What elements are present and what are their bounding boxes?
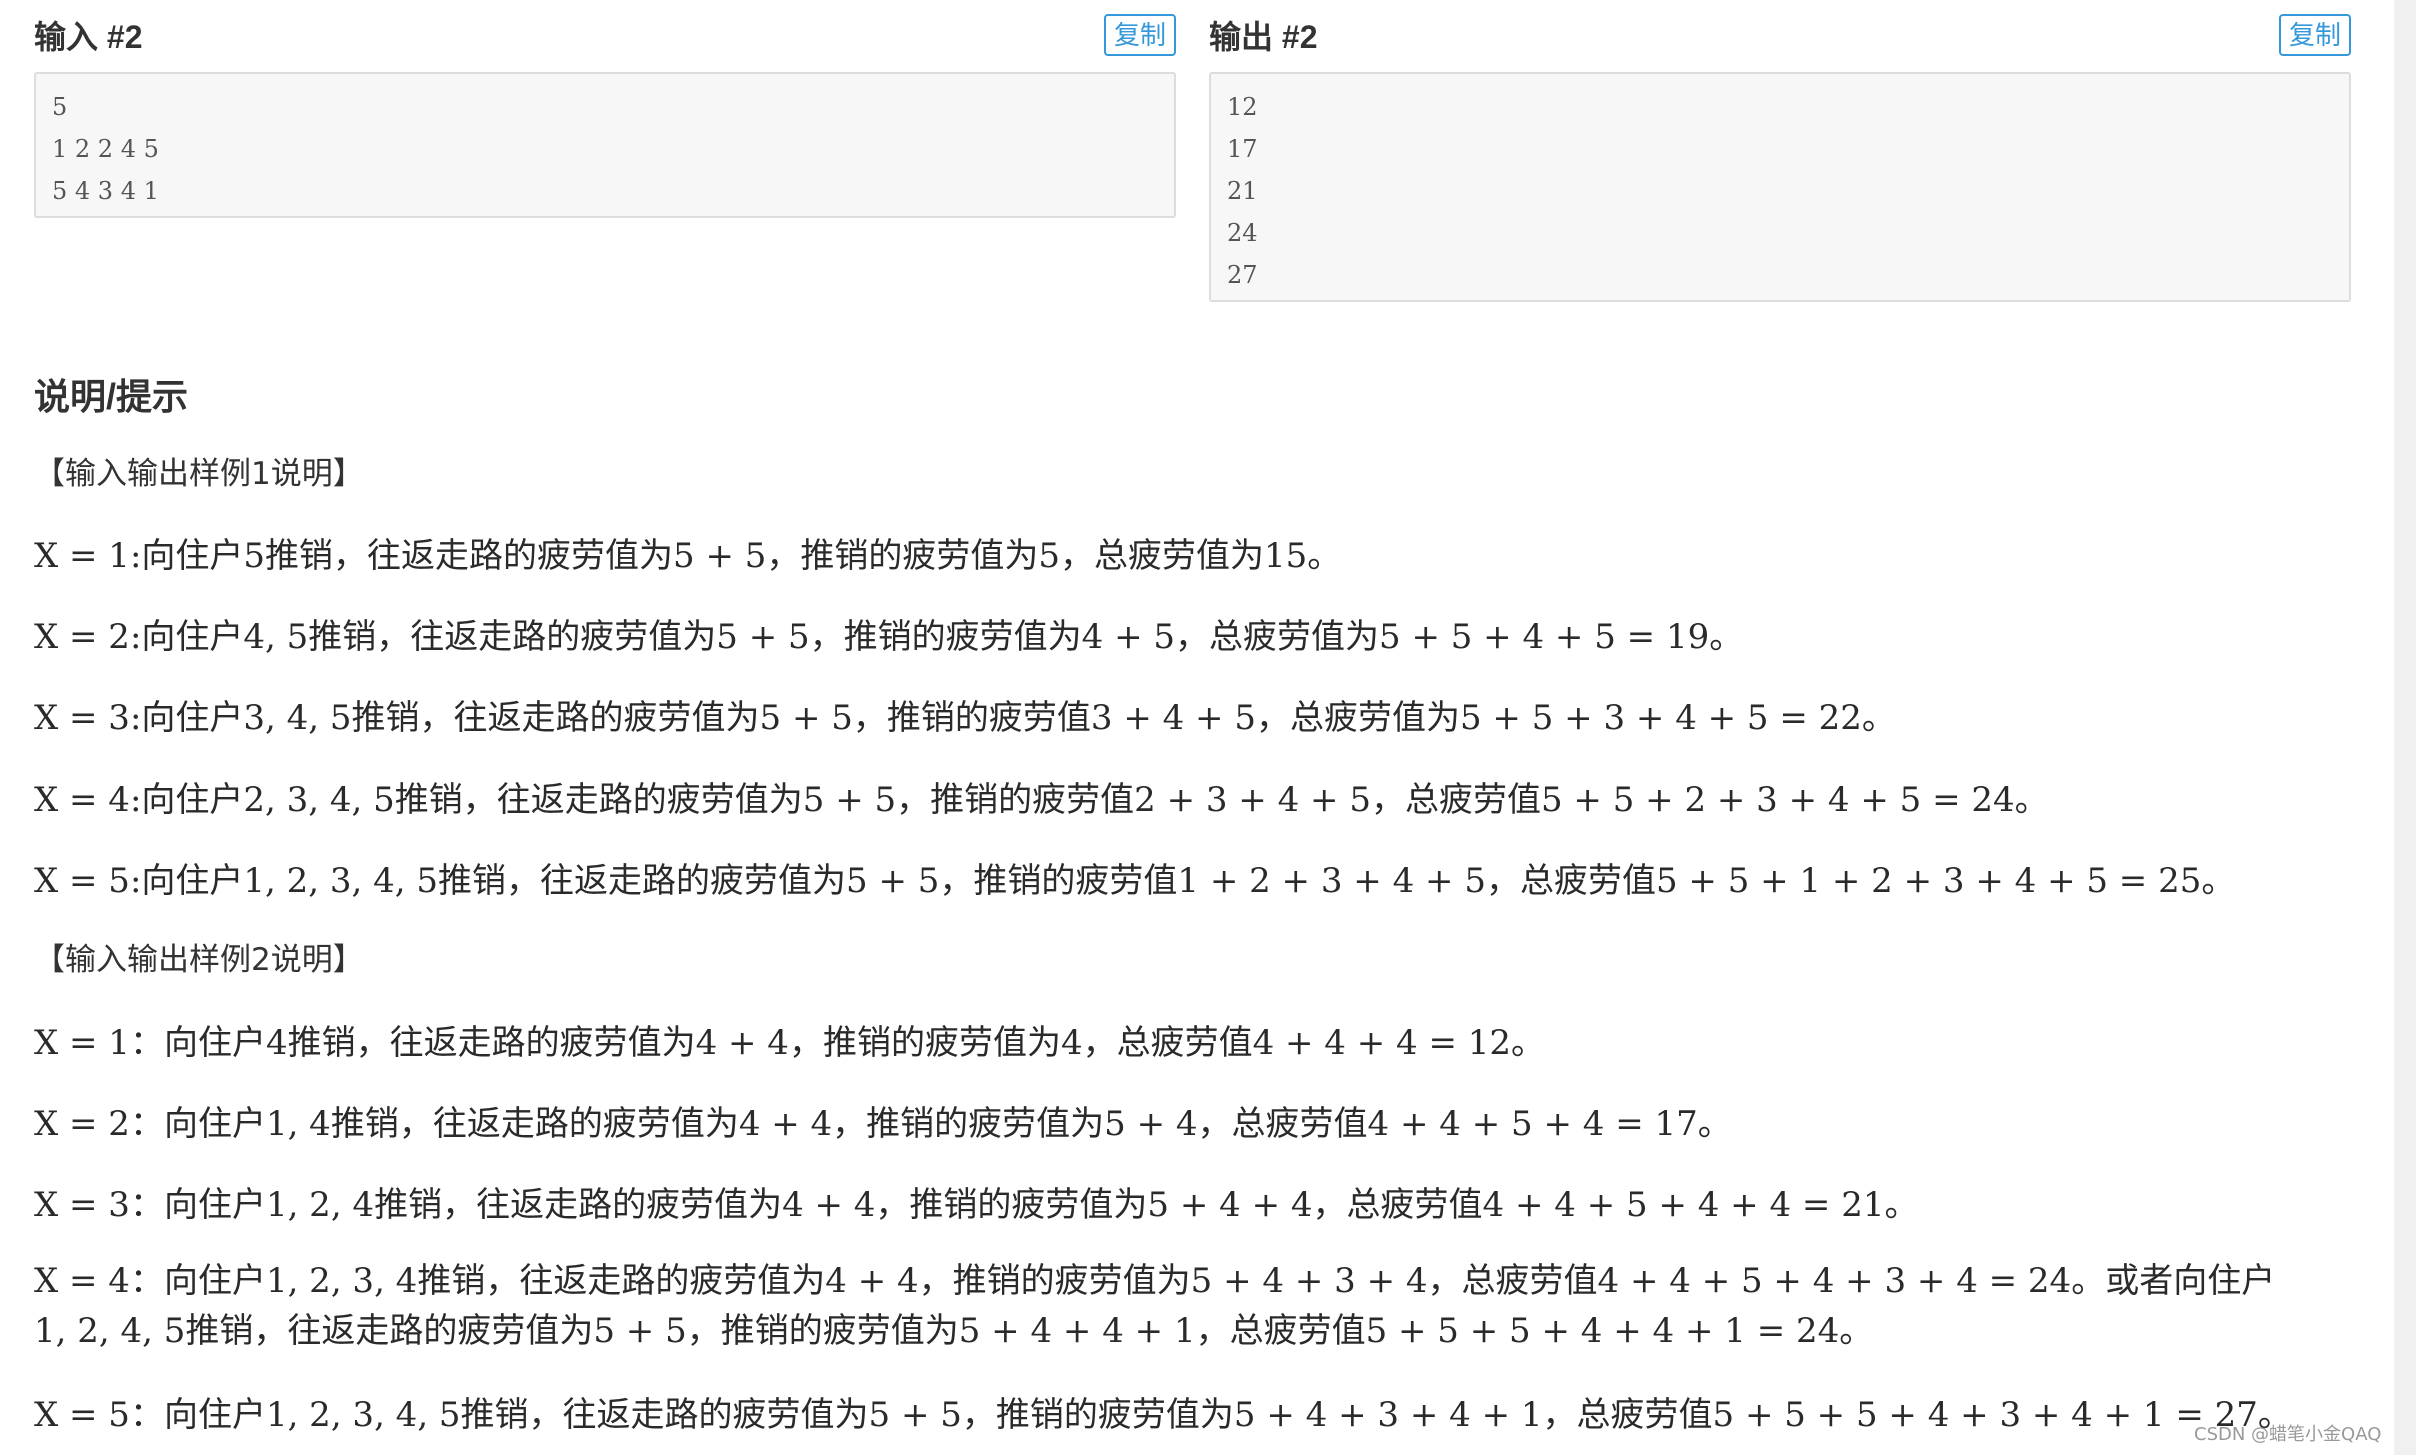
- output-sample-box[interactable]: 12 17 21 24 27: [1209, 72, 2351, 302]
- sample2-line: X = 5：向住户1, 2, 3, 4, 5推销，往返走路的疲劳值为5 + 5，…: [34, 1395, 2292, 1435]
- sample1-line: X = 5:向住户1, 2, 3, 4, 5推销，往返走路的疲劳值为5 + 5，…: [34, 861, 2236, 901]
- input-line: 1 2 2 4 5: [52, 135, 159, 163]
- sample1-explanation-header: 【输入输出样例1说明】: [34, 456, 364, 492]
- scrollbar-track[interactable]: [2394, 0, 2416, 1455]
- output-sample-title: 输出 #2: [1209, 19, 1318, 55]
- csdn-watermark: CSDN @蜡笔小金QAQ: [2194, 1424, 2382, 1445]
- input-sample-title: 输入 #2: [34, 19, 143, 55]
- output-line: 12: [1227, 93, 1258, 121]
- sample2-line: X = 3：向住户1, 2, 4推销，往返走路的疲劳值为4 + 4，推销的疲劳值…: [34, 1185, 1919, 1225]
- sample2-explanation-header: 【输入输出样例2说明】: [34, 942, 364, 978]
- input-line: 5: [52, 93, 68, 121]
- output-sample-header: 输出 #2 复制: [1209, 10, 2351, 60]
- input-sample-header: 输入 #2 复制: [34, 10, 1176, 60]
- sample1-line: X = 2:向住户4, 5推销，往返走路的疲劳值为5 + 5，推销的疲劳值为4 …: [34, 617, 1744, 657]
- copy-input-button[interactable]: 复制: [1103, 14, 1176, 56]
- sample1-line: X = 3:向住户3, 4, 5推销，往返走路的疲劳值为5 + 5，推销的疲劳值…: [34, 698, 1896, 738]
- copy-output-button[interactable]: 复制: [2278, 14, 2351, 56]
- sample1-line: X = 4:向住户2, 3, 4, 5推销，往返走路的疲劳值为5 + 5，推销的…: [34, 780, 2049, 820]
- notes-title: 说明/提示: [34, 376, 189, 417]
- input-sample-box[interactable]: 5 1 2 2 4 5 5 4 3 4 1: [34, 72, 1176, 218]
- sample2-line: X = 4：向住户1, 2, 3, 4推销，往返走路的疲劳值为4 + 4，推销的…: [34, 1261, 2276, 1351]
- output-line: 27: [1227, 261, 1258, 289]
- output-line: 17: [1227, 135, 1258, 163]
- output-line: 21: [1227, 177, 1258, 205]
- output-line: 24: [1227, 219, 1258, 247]
- sample2-line: X = 1：向住户4推销，往返走路的疲劳值为4 + 4，推销的疲劳值为4，总疲劳…: [34, 1023, 1546, 1063]
- sample2-line: X = 2：向住户1, 4推销，往返走路的疲劳值为4 + 4，推销的疲劳值为5 …: [34, 1104, 1732, 1144]
- sample1-line: X = 1:向住户5推销，往返走路的疲劳值为5 + 5，推销的疲劳值为5，总疲劳…: [34, 536, 1342, 576]
- input-line: 5 4 3 4 1: [52, 177, 159, 205]
